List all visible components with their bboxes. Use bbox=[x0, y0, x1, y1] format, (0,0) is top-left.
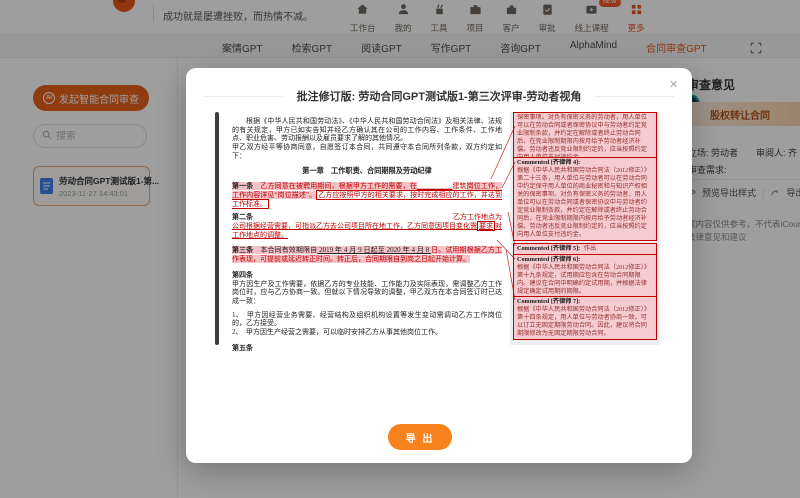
article-4-item-2: 2、 甲方因生产经营之需要，可以临时安排乙方从事其他岗位工作。 bbox=[232, 328, 502, 337]
comment-box-7: Commented [齐律师 7]: 根据《中华人民共和国劳动合同法（2012修… bbox=[513, 296, 657, 340]
article-3: 第三条 本合同有效期限自 2019 年 4 月 9 日起至 2020 年 4 月… bbox=[232, 246, 502, 263]
export-button[interactable]: 导 出 bbox=[388, 424, 452, 450]
comment-box-6: Commented [齐律师 6]: 根据《中华人民共和国劳动合同法（2012修… bbox=[513, 254, 657, 298]
title-rule-right bbox=[595, 96, 674, 97]
contract-text: 根据《中华人民共和国劳动法》、《中华人民共和国劳动合同法》及相关法律、法规的有关… bbox=[220, 112, 510, 345]
comment-margin: 保密事项。对负有保密义务的劳动者，用人单位可以在劳动合同或者保密协议中与劳动者约… bbox=[510, 112, 660, 345]
title-rule-left bbox=[204, 96, 283, 97]
annotated-revision-modal: × 批注修订版: 劳动合同GPT测试版1-第三次评审-劳动者视角 根据《中华人民… bbox=[186, 68, 692, 463]
chapter-heading: 第一章 工作职责、合同期限及劳动纪律 bbox=[232, 167, 502, 176]
article-4-body: 甲方因生产及工作需要，依据乙方的专业技能、工作能力及实际表现，需调整乙方工作岗位… bbox=[232, 280, 502, 306]
comment-box-4: Commented [齐律师 4]: 根据《中华人民共和国劳动合同法（2012修… bbox=[513, 157, 657, 241]
modal-title: 批注修订版: 劳动合同GPT测试版1-第三次评审-劳动者视角 bbox=[297, 88, 582, 104]
document-page: 根据《中华人民共和国劳动法》、《中华人民共和国劳动合同法》及相关法律、法规的有关… bbox=[220, 112, 660, 345]
article-4-heading: 第四条 bbox=[232, 271, 502, 280]
document-viewer: 根据《中华人民共和国劳动法》、《中华人民共和国劳动合同法》及相关法律、法规的有关… bbox=[215, 112, 660, 345]
article-1: 第一条 乙方同意在被聘用期间，根据甲方工作的需要，在＿＿＿＿＿建筑岗位工作，工作… bbox=[232, 182, 502, 208]
article-4-item-1: 1、 甲方因经营业务需要、经营结构及组织机构设置等发生变动需调动乙方工作岗位的，… bbox=[232, 311, 502, 328]
article-5-heading: 第五条 bbox=[232, 344, 502, 353]
document-scrollbar[interactable] bbox=[215, 112, 219, 345]
contract-agreement-line: 甲乙双方经平等协商同意，自愿签订本合同，共同遵守本合同所列条款，双方约定如下： bbox=[232, 143, 502, 160]
article-2-body: 公司根据经营需要，可指派乙方去公司项目所在地工作，乙方同意因项目变化需要求对工作… bbox=[232, 222, 502, 239]
article-2-heading: 第二条 乙方工作地点为 bbox=[232, 213, 502, 222]
contract-preamble: 根据《中华人民共和国劳动法》、《中华人民共和国劳动合同法》及相关法律、法规的有关… bbox=[232, 117, 502, 143]
